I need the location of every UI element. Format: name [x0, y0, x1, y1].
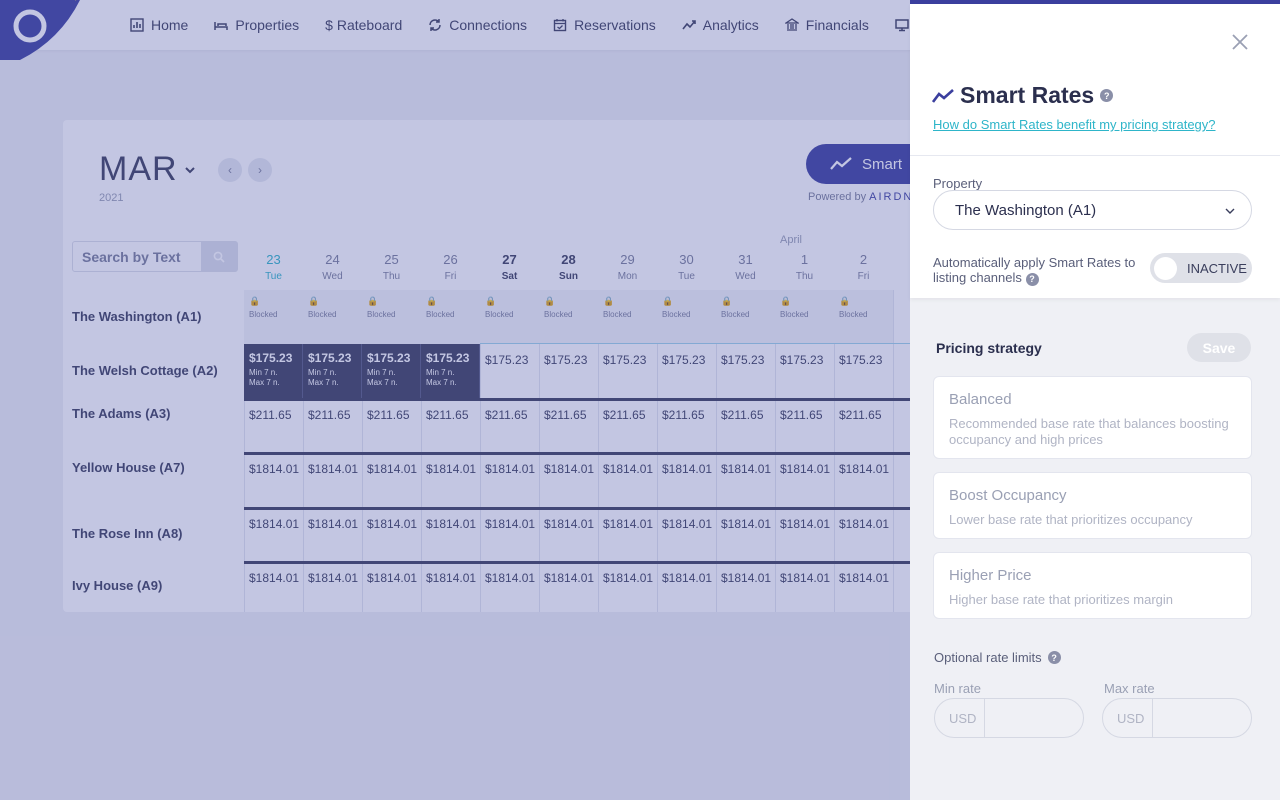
divider [910, 155, 1280, 156]
save-button[interactable]: Save [1187, 333, 1251, 362]
chevron-down-icon [1225, 208, 1235, 214]
help-icon[interactable]: ? [1025, 273, 1039, 286]
min-rate-label: Min rate [934, 681, 981, 696]
panel-header: Smart Rates ? How do Smart Rates benefit… [910, 4, 1280, 298]
strategy-boost-occupancy[interactable]: Boost Occupancy Lower base rate that pri… [933, 472, 1252, 539]
strategy-desc: Lower base rate that prioritizes occupan… [949, 512, 1193, 527]
panel-title: Smart Rates ? [932, 82, 1114, 109]
strategy-desc: Recommended base rate that balances boos… [949, 416, 1229, 447]
property-select-value: The Washington (A1) [955, 202, 1097, 219]
strategy-title: Higher Price [949, 567, 1032, 584]
panel-title-text: Smart Rates [960, 82, 1095, 108]
toggle-state: INACTIVE [1187, 260, 1247, 276]
strategy-title: Balanced [949, 391, 1012, 408]
property-label: Property [933, 176, 983, 191]
help-icon[interactable]: ? [1100, 89, 1114, 102]
modal-backdrop[interactable] [0, 0, 910, 800]
auto-apply-label: Automatically apply Smart Rates to listi… [933, 255, 1143, 286]
toggle-knob [1154, 256, 1177, 280]
close-icon[interactable] [1230, 32, 1250, 52]
max-rate-input[interactable]: USD [1102, 698, 1252, 738]
auto-apply-toggle[interactable]: INACTIVE [1150, 253, 1252, 283]
strategy-higher-price[interactable]: Higher Price Higher base rate that prior… [933, 552, 1252, 619]
strategy-title: Boost Occupancy [949, 487, 1067, 504]
smart-rates-info-link[interactable]: How do Smart Rates benefit my pricing st… [933, 117, 1216, 132]
currency-label: USD [1103, 699, 1153, 737]
strategy-balanced[interactable]: Balanced Recommended base rate that bala… [933, 376, 1252, 459]
rate-limits-text: Optional rate limits [934, 650, 1042, 665]
pricing-strategy-title: Pricing strategy [936, 340, 1042, 356]
rate-limits-label: Optional rate limits ? [934, 650, 1061, 665]
property-select[interactable]: The Washington (A1) [933, 190, 1252, 230]
currency-label: USD [935, 699, 985, 737]
smart-rates-panel: Smart Rates ? How do Smart Rates benefit… [910, 0, 1280, 800]
help-icon[interactable]: ? [1047, 651, 1061, 664]
max-rate-label: Max rate [1104, 681, 1155, 696]
min-rate-input[interactable]: USD [934, 698, 1084, 738]
strategy-desc: Higher base rate that prioritizes margin [949, 592, 1173, 607]
trend-icon [932, 88, 954, 103]
